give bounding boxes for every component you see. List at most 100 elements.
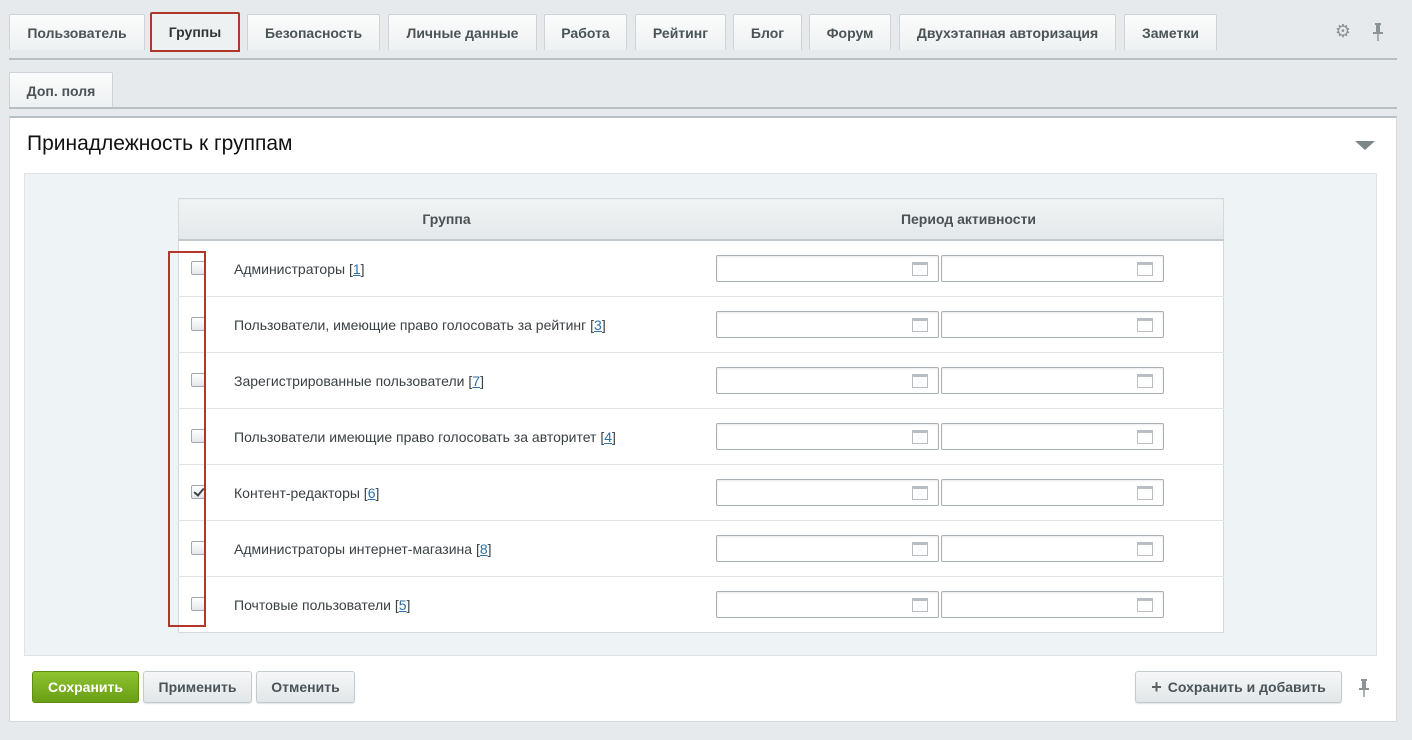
- calendar-icon[interactable]: [1137, 542, 1153, 556]
- group-id-link[interactable]: 8: [480, 541, 488, 557]
- checkbox-cell: [178, 352, 217, 409]
- group-id-link[interactable]: 4: [604, 429, 612, 445]
- tab-groups[interactable]: Группы: [150, 12, 240, 52]
- section-title: Принадлежность к группам: [27, 132, 293, 155]
- group-checkbox[interactable]: [191, 317, 205, 332]
- tab-notes[interactable]: Заметки: [1124, 14, 1217, 50]
- table-row: Администраторы интернет-магазина [8]: [178, 520, 1224, 577]
- save-and-add-button[interactable]: + Сохранить и добавить: [1135, 671, 1342, 703]
- period-cell: [714, 520, 1224, 577]
- calendar-icon[interactable]: [1137, 430, 1153, 444]
- date-from-input[interactable]: [716, 535, 939, 562]
- group-id-link[interactable]: 1: [353, 261, 361, 277]
- groups-container: Группа Период активности Администраторы …: [24, 173, 1377, 656]
- group-checkbox[interactable]: [191, 485, 205, 500]
- group-checkbox[interactable]: [191, 373, 205, 388]
- tab-work[interactable]: Работа: [544, 14, 627, 50]
- date-to-input[interactable]: [941, 591, 1164, 618]
- group-checkbox[interactable]: [191, 597, 205, 612]
- group-checkbox[interactable]: [191, 541, 205, 556]
- apply-button[interactable]: Применить: [143, 671, 252, 703]
- calendar-icon[interactable]: [912, 598, 928, 612]
- date-to-input[interactable]: [941, 311, 1164, 338]
- pin-icon[interactable]: [1356, 678, 1372, 698]
- date-from-input[interactable]: [716, 367, 939, 394]
- tab-user[interactable]: Пользователь: [9, 14, 145, 50]
- calendar-icon[interactable]: [1137, 374, 1153, 388]
- calendar-icon[interactable]: [1137, 598, 1153, 612]
- group-name-cell: Почтовые пользователи [5]: [234, 596, 411, 613]
- calendar-icon[interactable]: [1137, 318, 1153, 332]
- group-checkbox[interactable]: [191, 261, 205, 276]
- tab-two-factor-auth[interactable]: Двухэтапная авторизация: [899, 14, 1116, 50]
- table-row: Администраторы [1]: [178, 240, 1224, 297]
- period-cell: [714, 240, 1224, 297]
- group-id-link[interactable]: 3: [594, 317, 602, 333]
- group-name-cell: Пользователи имеющие право голосовать за…: [217, 408, 714, 465]
- group-name-cell: Контент-редакторы [6]: [217, 464, 714, 521]
- period-cell: [714, 464, 1224, 521]
- calendar-icon[interactable]: [912, 430, 928, 444]
- group-name: Зарегистрированные пользователи: [234, 372, 465, 389]
- save-button[interactable]: Сохранить: [32, 671, 139, 703]
- date-to-input[interactable]: [941, 423, 1164, 450]
- tab-rating[interactable]: Рейтинг: [635, 14, 726, 50]
- calendar-icon[interactable]: [912, 486, 928, 500]
- table-row: Почтовые пользователи [5]: [179, 577, 1224, 633]
- period-cell: [714, 296, 1224, 353]
- calendar-icon[interactable]: [1137, 262, 1153, 276]
- date-from-input[interactable]: [716, 255, 939, 282]
- checkbox-cell: [178, 464, 217, 521]
- tab-security[interactable]: Безопасность: [247, 14, 380, 50]
- tab-extra-fields[interactable]: Доп. поля: [9, 72, 113, 108]
- group-name: Почтовые пользователи: [234, 596, 391, 613]
- checkbox-cell: [178, 520, 217, 577]
- group-name-cell: Администраторы интернет-магазина [8]: [217, 520, 714, 577]
- period-cell: [714, 352, 1224, 409]
- checkbox-cell: [178, 408, 217, 465]
- groups-table: Группа Период активности Администраторы …: [178, 198, 1224, 633]
- tab-blog[interactable]: Блог: [733, 14, 802, 50]
- checkbox-cell: [179, 577, 218, 633]
- calendar-icon[interactable]: [912, 318, 928, 332]
- table-row: Контент-редакторы [6]: [178, 464, 1224, 521]
- date-from-input[interactable]: [716, 591, 939, 618]
- checkbox-cell: [178, 296, 217, 353]
- save-and-add-label: Сохранить и добавить: [1167, 679, 1326, 695]
- column-header-period: Период активности: [714, 198, 1224, 241]
- tab-bar-divider-2: [9, 107, 1397, 109]
- period-cell: [714, 408, 1224, 465]
- calendar-icon[interactable]: [912, 542, 928, 556]
- tab-bar-divider: [9, 58, 1397, 60]
- date-from-input[interactable]: [716, 479, 939, 506]
- plus-icon: +: [1151, 676, 1162, 697]
- date-from-input[interactable]: [716, 311, 939, 338]
- tab-personal-data[interactable]: Личные данные: [388, 14, 537, 50]
- date-to-input[interactable]: [941, 255, 1164, 282]
- checkbox-cell: [178, 240, 217, 297]
- group-id-link[interactable]: 6: [368, 485, 376, 501]
- group-id-link[interactable]: 5: [399, 597, 407, 613]
- group-name: Администраторы: [234, 260, 346, 277]
- date-to-input[interactable]: [941, 535, 1164, 562]
- group-name: Пользователи, имеющие право голосовать з…: [234, 316, 587, 333]
- tab-forum[interactable]: Форум: [809, 14, 891, 50]
- group-name: Контент-редакторы: [234, 484, 360, 501]
- group-checkbox[interactable]: [191, 429, 205, 444]
- date-from-input[interactable]: [716, 423, 939, 450]
- group-id-link[interactable]: 7: [472, 373, 480, 389]
- table-row: Зарегистрированные пользователи [7]: [178, 352, 1224, 409]
- pin-icon[interactable]: [1370, 22, 1386, 42]
- triangle-down-icon[interactable]: [1355, 141, 1375, 150]
- calendar-icon[interactable]: [912, 374, 928, 388]
- column-header-group: Группа: [178, 198, 714, 241]
- group-name: Пользователи имеющие право голосовать за…: [234, 428, 597, 445]
- group-name: Администраторы интернет-магазина: [234, 540, 473, 557]
- gear-icon[interactable]: ⚙: [1334, 22, 1352, 40]
- table-row: Пользователи, имеющие право голосовать з…: [178, 296, 1224, 353]
- calendar-icon[interactable]: [912, 262, 928, 276]
- date-to-input[interactable]: [941, 479, 1164, 506]
- cancel-button[interactable]: Отменить: [256, 671, 355, 703]
- calendar-icon[interactable]: [1137, 486, 1153, 500]
- date-to-input[interactable]: [941, 367, 1164, 394]
